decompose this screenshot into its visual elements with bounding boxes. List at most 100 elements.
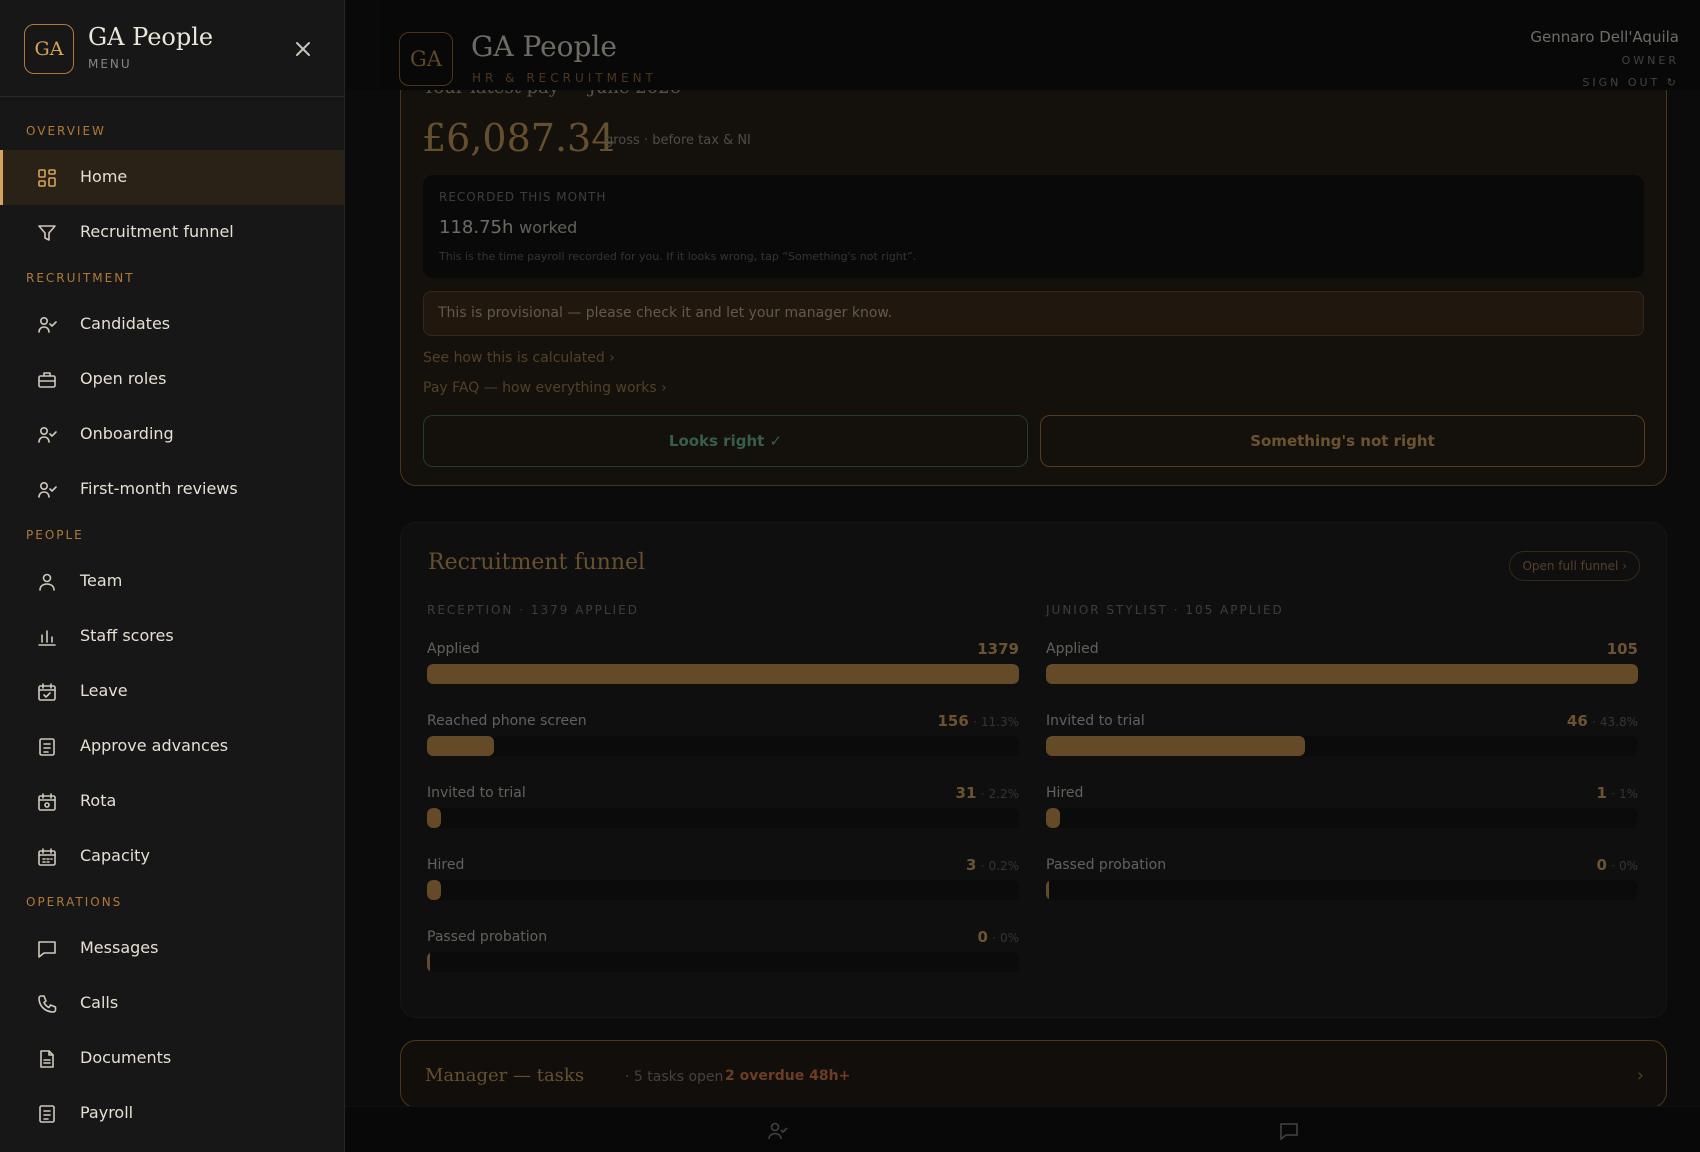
stage-count: 46 bbox=[1566, 712, 1588, 730]
sidebar-header: GA GA People MENU bbox=[0, 0, 344, 97]
funnel-stage: Passed probation 0 · 0% bbox=[1046, 856, 1638, 929]
stage-percent: · 2.2% bbox=[980, 787, 1019, 801]
stage-bar-fill bbox=[427, 808, 441, 828]
stage-percent: · 11.3% bbox=[973, 715, 1019, 729]
brand-subtitle: HR & RECRUITMENT bbox=[472, 71, 657, 85]
sidebar-item-payroll[interactable]: Payroll bbox=[0, 1086, 344, 1141]
stage-label: Hired bbox=[1046, 785, 1084, 801]
hours-value: 118.75h bbox=[439, 217, 514, 238]
phone-icon bbox=[36, 993, 58, 1015]
sidebar-item-label: Home bbox=[80, 167, 128, 186]
stage-bar-track bbox=[427, 736, 1019, 756]
stage-count: 156 bbox=[937, 712, 969, 730]
tasks-title: Manager — tasks bbox=[425, 1065, 585, 1086]
stage-count: 0 bbox=[977, 928, 988, 946]
sidebar-item-capacity[interactable]: Capacity bbox=[0, 829, 344, 884]
sidebar-item-label: First-month reviews bbox=[80, 479, 238, 498]
stage-bar-track bbox=[427, 664, 1019, 684]
tasks-overdue: 2 overdue 48h+ bbox=[725, 1068, 851, 1084]
sidebar-item-label: Candidates bbox=[80, 314, 171, 333]
user-check-icon[interactable] bbox=[767, 1121, 789, 1141]
funnel-stage: Reached phone screen 156 · 11.3% bbox=[427, 712, 1019, 785]
sidebar-item-label: Recruitment funnel bbox=[80, 222, 234, 241]
stage-bar-fill bbox=[427, 952, 430, 972]
sidebar-item-documents[interactable]: Documents bbox=[0, 1031, 344, 1086]
stage-label: Invited to trial bbox=[1046, 713, 1145, 729]
sidebar-item-label: Payroll bbox=[80, 1103, 134, 1122]
stage-label: Invited to trial bbox=[427, 785, 526, 801]
pay-faq-link[interactable]: Pay FAQ — how everything works › bbox=[423, 380, 667, 396]
sidebar-section-heading: RECRUITMENT bbox=[26, 271, 135, 285]
sidebar-item-candidates[interactable]: Candidates bbox=[0, 297, 344, 352]
sidebar-item-first-month-reviews[interactable]: First-month reviews bbox=[0, 462, 344, 517]
message-icon[interactable] bbox=[1278, 1121, 1300, 1141]
sidebar-title: GA People bbox=[88, 23, 214, 51]
sidebar-item-label: Rota bbox=[80, 791, 117, 810]
sidebar-item-recruitment-funnel[interactable]: Recruitment funnel bbox=[0, 205, 344, 260]
stage-bar-fill bbox=[1046, 880, 1049, 900]
funnel-stage: Invited to trial 31 · 2.2% bbox=[427, 784, 1019, 857]
sidebar-item-onboarding[interactable]: Onboarding bbox=[0, 407, 344, 462]
stage-label: Applied bbox=[427, 641, 480, 657]
stage-label: Applied bbox=[1046, 641, 1099, 657]
pay-amount-note: gross · before tax & NI bbox=[605, 133, 751, 148]
stage-bar-track bbox=[1046, 664, 1638, 684]
funnel-stage: Hired 3 · 0.2% bbox=[427, 856, 1019, 929]
sidebar-item-label: Onboarding bbox=[80, 424, 174, 443]
sidebar-item-calls[interactable]: Calls bbox=[0, 976, 344, 1031]
stage-label: Reached phone screen bbox=[427, 713, 587, 729]
calendar-grid-icon bbox=[36, 846, 58, 868]
stage-count: 105 bbox=[1606, 640, 1638, 658]
funnel-title: Recruitment funnel bbox=[428, 550, 646, 575]
provisional-notice: This is provisional — please check it an… bbox=[423, 291, 1644, 336]
stage-values: 105 bbox=[1607, 640, 1638, 658]
stage-bar-fill bbox=[427, 880, 441, 900]
hours-unit: worked bbox=[519, 218, 578, 237]
stage-values: 1379 bbox=[977, 640, 1019, 658]
stage-values: 31 · 2.2% bbox=[956, 784, 1019, 802]
user-check-icon bbox=[36, 479, 58, 501]
funnel-stage: Hired 1 · 1% bbox=[1046, 784, 1638, 857]
brand-title: GA People bbox=[471, 30, 617, 63]
message-icon bbox=[36, 938, 58, 960]
looks-right-button[interactable]: Looks right ✓ bbox=[423, 415, 1028, 467]
close-icon[interactable] bbox=[290, 36, 316, 62]
funnel-stage: Passed probation 0 · 0% bbox=[427, 928, 1019, 1001]
user-icon bbox=[36, 571, 58, 593]
sign-out-link[interactable]: SIGN OUT ↻ bbox=[1582, 76, 1679, 89]
sidebar-item-home[interactable]: Home bbox=[0, 150, 344, 205]
stage-bar-track bbox=[1046, 808, 1638, 828]
not-right-button[interactable]: Something's not right bbox=[1040, 415, 1645, 467]
manager-tasks-card[interactable]: Manager — tasks · 5 tasks open · 2 overd… bbox=[400, 1040, 1667, 1108]
sidebar-item-open-roles[interactable]: Open roles bbox=[0, 352, 344, 407]
sidebar-subtitle: MENU bbox=[88, 57, 132, 71]
recorded-hours: 118.75h worked bbox=[439, 217, 577, 238]
stage-values: 0 · 0% bbox=[977, 928, 1019, 946]
funnel-column-heading: JUNIOR STYLIST · 105 APPLIED bbox=[1046, 603, 1284, 617]
funnel-column-heading: RECEPTION · 1379 APPLIED bbox=[427, 603, 639, 617]
sidebar-item-leave[interactable]: Leave bbox=[0, 664, 344, 719]
stage-bar-fill bbox=[1046, 736, 1306, 756]
sidebar-section-heading: OVERVIEW bbox=[26, 124, 106, 138]
sidebar-item-staff-scores[interactable]: Staff scores bbox=[0, 609, 344, 664]
sidebar-item-label: Documents bbox=[80, 1048, 172, 1067]
stage-label: Passed probation bbox=[1046, 857, 1167, 873]
sidebar-item-messages[interactable]: Messages bbox=[0, 921, 344, 976]
sidebar-item-approve-advances[interactable]: Approve advances bbox=[0, 719, 344, 774]
stage-bar-fill bbox=[1046, 664, 1638, 684]
bar-chart-icon bbox=[36, 626, 58, 648]
calendar-icon bbox=[36, 791, 58, 813]
stage-percent: · 43.8% bbox=[1592, 715, 1638, 729]
pay-amount: £6,087.34 bbox=[422, 116, 616, 160]
stage-values: 3 · 0.2% bbox=[966, 856, 1019, 874]
stage-bar-track bbox=[427, 808, 1019, 828]
sidebar-monogram: GA bbox=[24, 24, 74, 74]
calculation-link[interactable]: See how this is calculated › bbox=[423, 350, 615, 366]
sidebar-item-team[interactable]: Team bbox=[0, 554, 344, 609]
stage-bar-track bbox=[1046, 880, 1638, 900]
stage-bar-track bbox=[1046, 736, 1638, 756]
sidebar-item-label: Approve advances bbox=[80, 736, 229, 755]
open-full-funnel-button[interactable]: Open full funnel › bbox=[1509, 551, 1640, 581]
sidebar-item-rota[interactable]: Rota bbox=[0, 774, 344, 829]
filter-icon bbox=[36, 222, 58, 244]
